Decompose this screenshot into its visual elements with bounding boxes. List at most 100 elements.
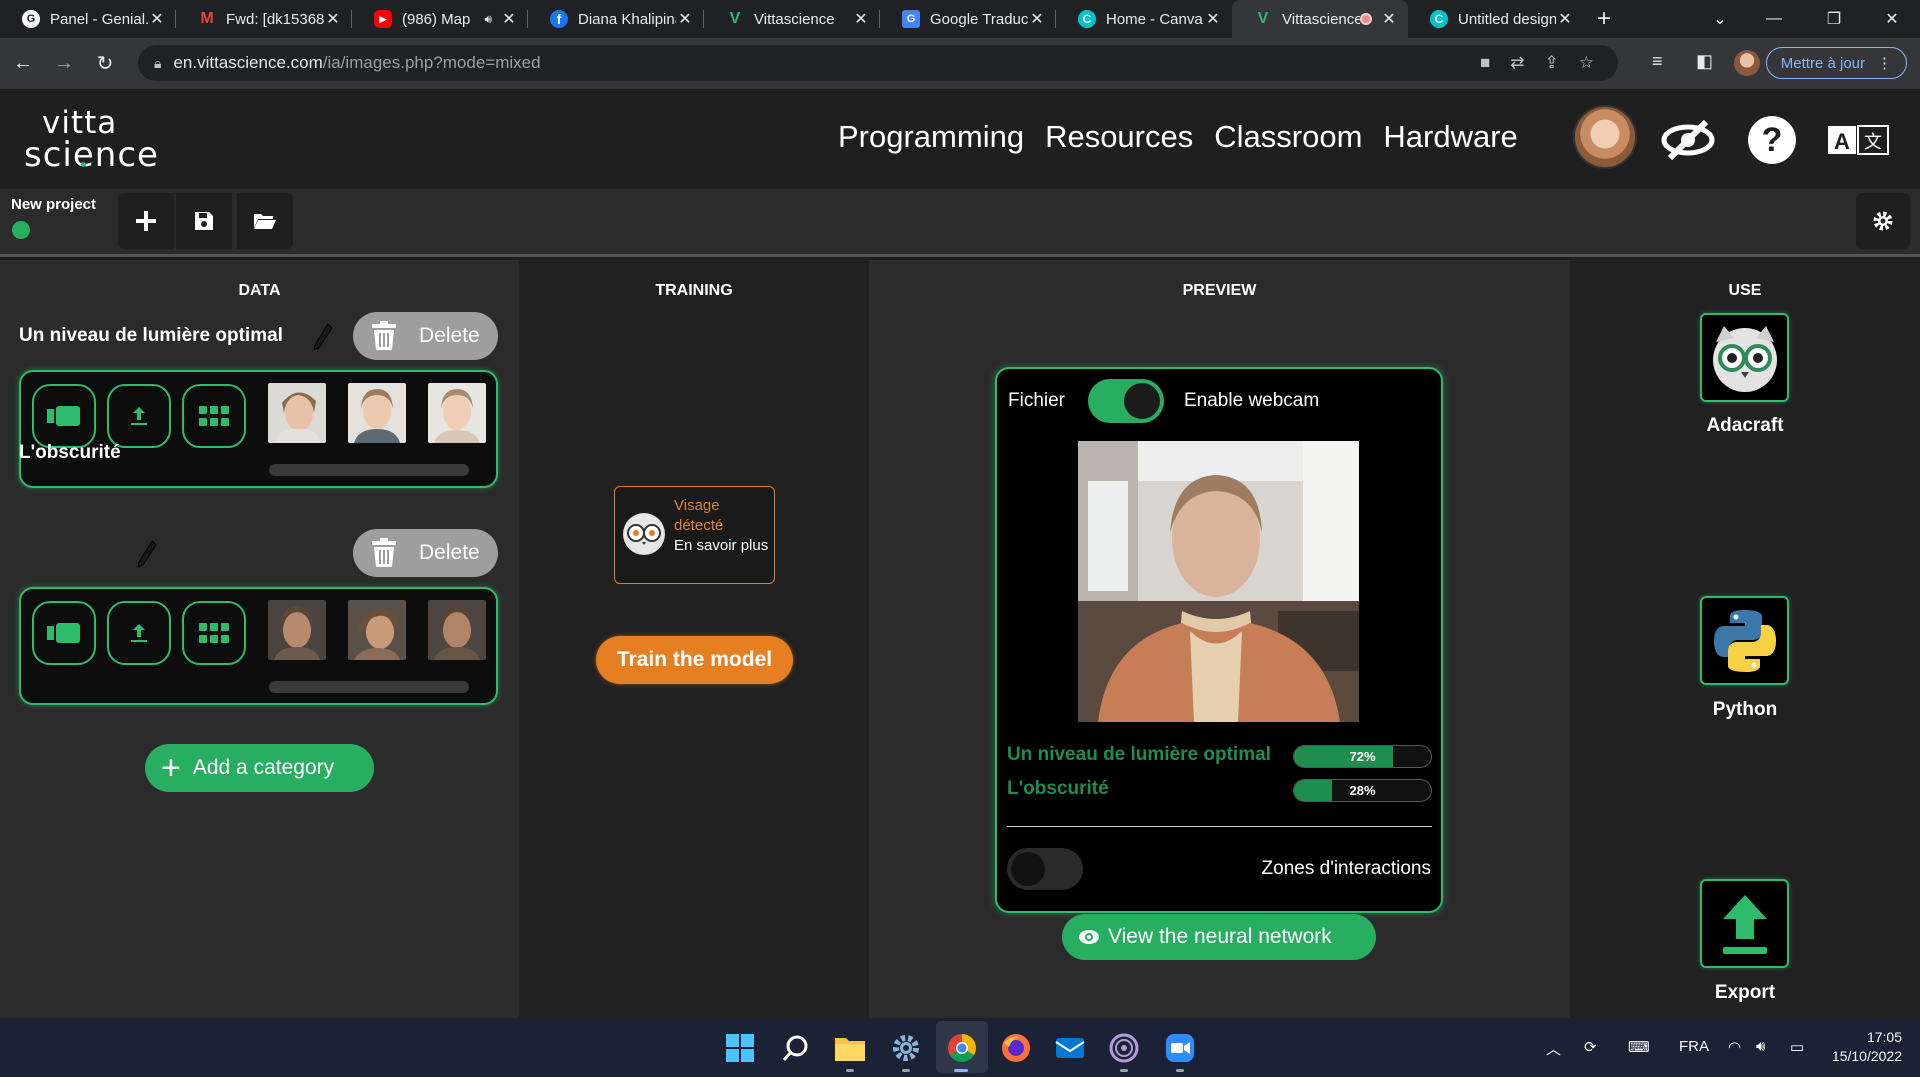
upload-button[interactable] bbox=[107, 384, 171, 448]
add-category-button[interactable]: + Add a category bbox=[145, 744, 374, 792]
sample-thumbnail[interactable] bbox=[348, 383, 406, 443]
volume-icon[interactable]: 🔊︎ bbox=[1756, 1038, 1765, 1055]
language-icon[interactable]: A文 bbox=[1826, 112, 1890, 168]
side-panel-icon[interactable]: ◧ bbox=[1696, 51, 1713, 72]
close-icon[interactable]: ✕ bbox=[852, 9, 870, 29]
pencil-icon[interactable] bbox=[136, 539, 158, 569]
sync-icon[interactable]: ⟳ bbox=[1584, 1038, 1597, 1056]
browser-tab[interactable]: C Untitled design ✕ bbox=[1408, 0, 1584, 38]
windows-start-icon[interactable] bbox=[724, 1032, 756, 1064]
settings-button[interactable] bbox=[1856, 193, 1910, 249]
open-folder-button[interactable] bbox=[237, 193, 293, 249]
tor-browser-icon[interactable] bbox=[1108, 1032, 1140, 1064]
export-button[interactable] bbox=[1700, 879, 1789, 968]
bookmark-star-icon[interactable]: ☆ bbox=[1579, 53, 1594, 73]
search-icon[interactable] bbox=[780, 1032, 812, 1064]
reading-list-icon[interactable]: ≡ bbox=[1652, 51, 1663, 72]
webcam-capture-button[interactable] bbox=[32, 384, 96, 448]
sample-thumbnail[interactable] bbox=[428, 383, 486, 443]
wifi-icon[interactable]: ◠ bbox=[1728, 1038, 1741, 1056]
close-icon[interactable]: ✕ bbox=[1556, 9, 1574, 29]
category-name[interactable]: L'obscurité bbox=[19, 442, 121, 464]
webcam-toggle[interactable] bbox=[1088, 379, 1164, 423]
speaker-icon[interactable]: 🔊︎ bbox=[484, 12, 492, 27]
pencil-icon[interactable] bbox=[312, 322, 334, 352]
url-bar[interactable]: 🔒︎ en.vittascience.com/ia/images.php?mod… bbox=[138, 45, 1618, 81]
tab-title: Fwd: [dk15368 bbox=[226, 10, 324, 28]
grid-view-button[interactable] bbox=[182, 384, 246, 448]
firefox-icon[interactable] bbox=[1000, 1032, 1032, 1064]
vittascience-logo[interactable]: vitta science bbox=[24, 105, 164, 175]
grid-view-button[interactable] bbox=[182, 601, 246, 665]
learn-more-link[interactable]: En savoir plus bbox=[674, 536, 769, 556]
chrome-icon[interactable] bbox=[946, 1032, 978, 1064]
accessibility-eye-icon[interactable] bbox=[1660, 112, 1716, 168]
share-icon[interactable]: ⇪ bbox=[1545, 53, 1559, 73]
browser-tab[interactable]: V Vittascience ✕ bbox=[704, 0, 880, 38]
mail-icon[interactable] bbox=[1054, 1032, 1086, 1064]
sample-thumbnail[interactable] bbox=[348, 600, 406, 660]
close-icon[interactable]: ✕ bbox=[1204, 9, 1222, 29]
close-icon[interactable]: ✕ bbox=[676, 9, 694, 29]
tab-search-icon[interactable]: ⌄ bbox=[1694, 0, 1746, 38]
settings-gear-icon[interactable] bbox=[890, 1032, 922, 1064]
zoom-icon[interactable] bbox=[1164, 1032, 1196, 1064]
help-icon[interactable]: ? bbox=[1744, 112, 1800, 168]
close-icon[interactable]: ✕ bbox=[1028, 9, 1046, 29]
new-tab-button[interactable]: + bbox=[1584, 0, 1624, 38]
nav-resources[interactable]: Resources bbox=[1045, 119, 1193, 155]
webcam-capture-button[interactable] bbox=[32, 601, 96, 665]
view-neural-network-button[interactable]: View the neural network bbox=[1062, 914, 1376, 960]
close-icon[interactable]: ✕ bbox=[500, 9, 518, 29]
browser-tab[interactable]: M Fwd: [dk15368 ✕ bbox=[176, 0, 352, 38]
browser-tab[interactable]: G Panel - Genial.ly ✕ bbox=[0, 0, 176, 38]
tab-title: Google Traduction bbox=[930, 10, 1028, 28]
sample-thumbnail[interactable] bbox=[428, 600, 486, 660]
file-explorer-icon[interactable] bbox=[834, 1032, 866, 1064]
translate-icon[interactable]: ⇄ bbox=[1510, 53, 1524, 73]
back-button[interactable]: ← bbox=[5, 46, 41, 82]
browser-tab[interactable]: C Home - Canva ✕ bbox=[1056, 0, 1232, 38]
browser-tab[interactable]: G Google Traduction ✕ bbox=[880, 0, 1056, 38]
close-icon[interactable]: ✕ bbox=[148, 9, 166, 29]
train-model-button[interactable]: Train the model bbox=[596, 636, 793, 684]
update-button[interactable]: Mettre à jour ⋮ bbox=[1765, 47, 1907, 79]
sample-thumbnail[interactable] bbox=[268, 383, 326, 443]
restore-button[interactable]: ❐ bbox=[1808, 0, 1860, 38]
browser-tab[interactable]: f Diana Khalipina ✕ bbox=[528, 0, 704, 38]
minimize-button[interactable]: — bbox=[1748, 0, 1800, 38]
window-close-button[interactable]: ✕ bbox=[1866, 0, 1918, 38]
delete-category-button[interactable]: Delete bbox=[353, 312, 498, 360]
delete-category-button[interactable]: Delete bbox=[353, 529, 498, 577]
nav-programming[interactable]: Programming bbox=[838, 119, 1024, 155]
close-icon[interactable]: ✕ bbox=[1380, 9, 1398, 29]
nav-classroom[interactable]: Classroom bbox=[1214, 119, 1362, 155]
profile-avatar[interactable] bbox=[1734, 50, 1760, 76]
samples-scrollbar[interactable] bbox=[269, 681, 469, 693]
sample-thumbnail[interactable] bbox=[268, 600, 326, 660]
nav-hardware[interactable]: Hardware bbox=[1383, 119, 1517, 155]
camera-icon[interactable]: ■ bbox=[1480, 53, 1490, 73]
tray-chevron-icon[interactable]: ︿ bbox=[1546, 1038, 1561, 1059]
battery-icon[interactable]: ▭ bbox=[1790, 1038, 1804, 1056]
close-icon[interactable]: ✕ bbox=[324, 9, 342, 29]
project-name[interactable]: New project bbox=[11, 196, 96, 213]
browser-tab[interactable]: ▶ (986) Map 🔊︎ ✕ bbox=[352, 0, 528, 38]
language-indicator[interactable]: FRA bbox=[1679, 1038, 1709, 1055]
adacraft-button[interactable] bbox=[1700, 313, 1789, 402]
face-detected-card[interactable]: Visage détecté En savoir plus bbox=[614, 486, 775, 584]
browser-tab-active[interactable]: V Vittascience ✕ bbox=[1232, 0, 1408, 38]
reload-button[interactable]: ↻ bbox=[87, 46, 123, 82]
forward-button[interactable]: → bbox=[46, 46, 82, 82]
prediction-bar: 28% bbox=[1293, 779, 1432, 802]
samples-scrollbar[interactable] bbox=[269, 464, 469, 476]
python-button[interactable] bbox=[1700, 596, 1789, 685]
interaction-zones-toggle[interactable] bbox=[1007, 848, 1083, 890]
upload-button[interactable] bbox=[107, 601, 171, 665]
system-clock[interactable]: 17:05 15/10/2022 bbox=[1832, 1028, 1902, 1066]
save-button[interactable] bbox=[176, 193, 232, 249]
category-name[interactable]: Un niveau de lumière optimal bbox=[19, 325, 283, 347]
new-project-button[interactable] bbox=[118, 193, 174, 249]
user-avatar[interactable] bbox=[1573, 105, 1637, 169]
keyboard-icon[interactable]: ⌨ bbox=[1628, 1038, 1650, 1056]
